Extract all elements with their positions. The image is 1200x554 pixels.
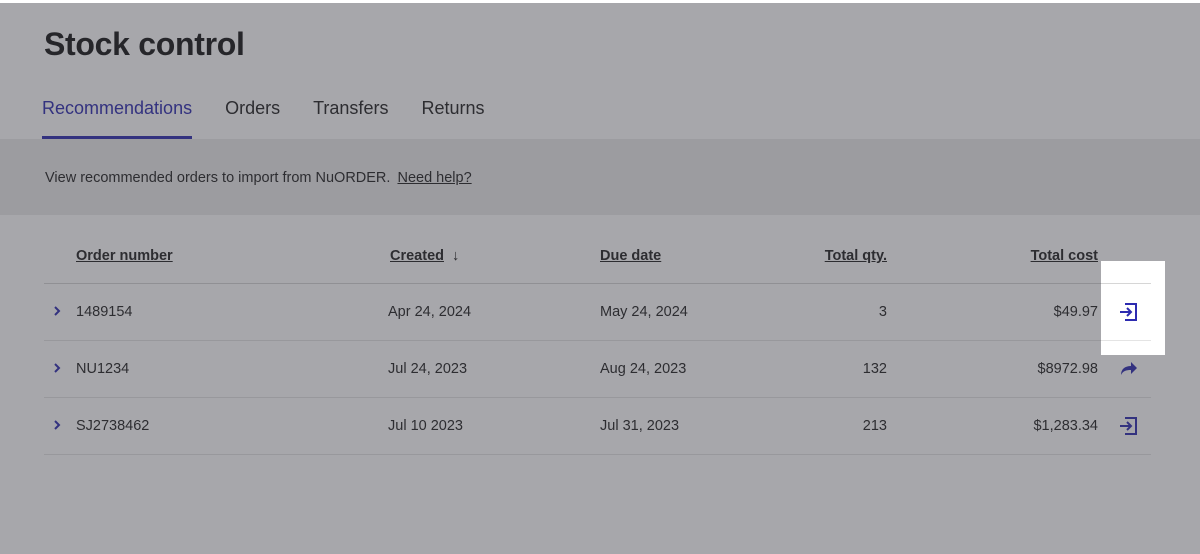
spotlight-overlay-right xyxy=(1165,261,1200,355)
stock-control-page: Stock control Recommendations Orders Tra… xyxy=(0,0,1200,554)
import-icon[interactable] xyxy=(1117,301,1139,323)
spotlight-overlay-top xyxy=(0,0,1200,261)
spotlight-overlay-left xyxy=(0,261,1101,355)
top-edge-strip xyxy=(0,0,1200,3)
spotlight-overlay-bottom xyxy=(0,355,1200,554)
